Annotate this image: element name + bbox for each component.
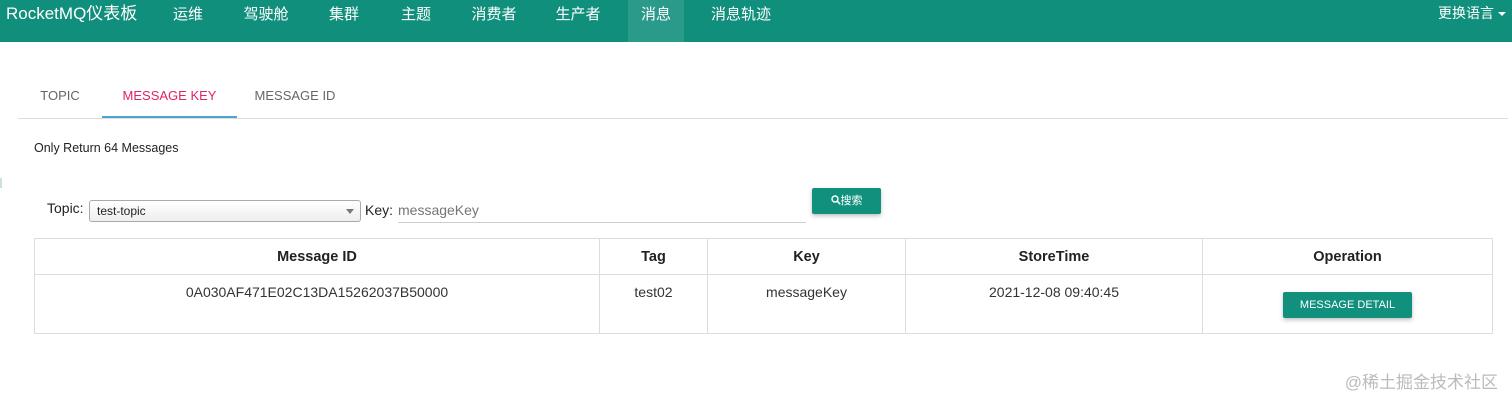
- nav-item-cluster[interactable]: 集群: [314, 0, 374, 42]
- col-header-operation: Operation: [1202, 238, 1493, 275]
- search-tabs: TOPIC MESSAGE KEY MESSAGE ID: [18, 76, 1508, 119]
- col-header-key: Key: [707, 238, 906, 275]
- key-label: Key:: [365, 202, 394, 218]
- message-table: Message ID Tag Key StoreTime Operation 0…: [34, 238, 1493, 334]
- col-header-tag: Tag: [599, 238, 708, 275]
- brand-title[interactable]: RocketMQ仪表板: [6, 3, 137, 25]
- nav-item-message[interactable]: 消息: [628, 0, 684, 42]
- language-label: 更换语言: [1438, 5, 1494, 21]
- col-header-storetime: StoreTime: [905, 238, 1203, 275]
- nav-item-topic[interactable]: 主题: [386, 0, 446, 42]
- dropdown-arrow-icon: [346, 209, 354, 214]
- table-row: 0A030AF471E02C13DA15262037B50000 test02 …: [34, 274, 1493, 334]
- language-dropdown[interactable]: 更换语言: [1438, 0, 1506, 30]
- result-info: Only Return 64 Messages: [34, 141, 179, 155]
- nav-item-ops[interactable]: 运维: [158, 0, 218, 42]
- search-button[interactable]: 搜索: [812, 188, 881, 214]
- tab-message-id[interactable]: MESSAGE ID: [244, 76, 346, 118]
- tab-message-key[interactable]: MESSAGE KEY: [102, 76, 237, 118]
- cell-tag: test02: [599, 274, 708, 334]
- key-input[interactable]: [398, 197, 806, 223]
- cell-message-id: 0A030AF471E02C13DA15262037B50000: [34, 274, 600, 334]
- nav-item-dashboard[interactable]: 驾驶舱: [232, 0, 300, 42]
- topic-label: Topic:: [47, 200, 84, 216]
- edge-marker: [0, 178, 2, 188]
- topic-select-value: test-topic: [97, 204, 146, 218]
- table-header-row: Message ID Tag Key StoreTime Operation: [34, 238, 1493, 275]
- watermark: @稀土掘金技术社区: [1344, 373, 1498, 392]
- cell-storetime: 2021-12-08 09:40:45: [905, 274, 1203, 334]
- tab-topic[interactable]: TOPIC: [22, 76, 98, 118]
- nav-item-message-trace[interactable]: 消息轨迹: [700, 0, 782, 42]
- top-navbar: RocketMQ仪表板 运维 驾驶舱 集群 主题 消费者 生产者 消息 消息轨迹…: [0, 0, 1512, 42]
- cell-operation: MESSAGE DETAIL: [1202, 274, 1493, 334]
- caret-down-icon: [1498, 12, 1506, 17]
- topic-select[interactable]: test-topic: [89, 200, 361, 222]
- col-header-message-id: Message ID: [34, 238, 600, 275]
- search-icon: [830, 195, 841, 205]
- cell-key: messageKey: [707, 274, 906, 334]
- nav-item-consumer[interactable]: 消费者: [460, 0, 528, 42]
- nav-item-producer[interactable]: 生产者: [544, 0, 612, 42]
- message-detail-button[interactable]: MESSAGE DETAIL: [1283, 292, 1412, 318]
- search-button-label: 搜索: [840, 195, 863, 207]
